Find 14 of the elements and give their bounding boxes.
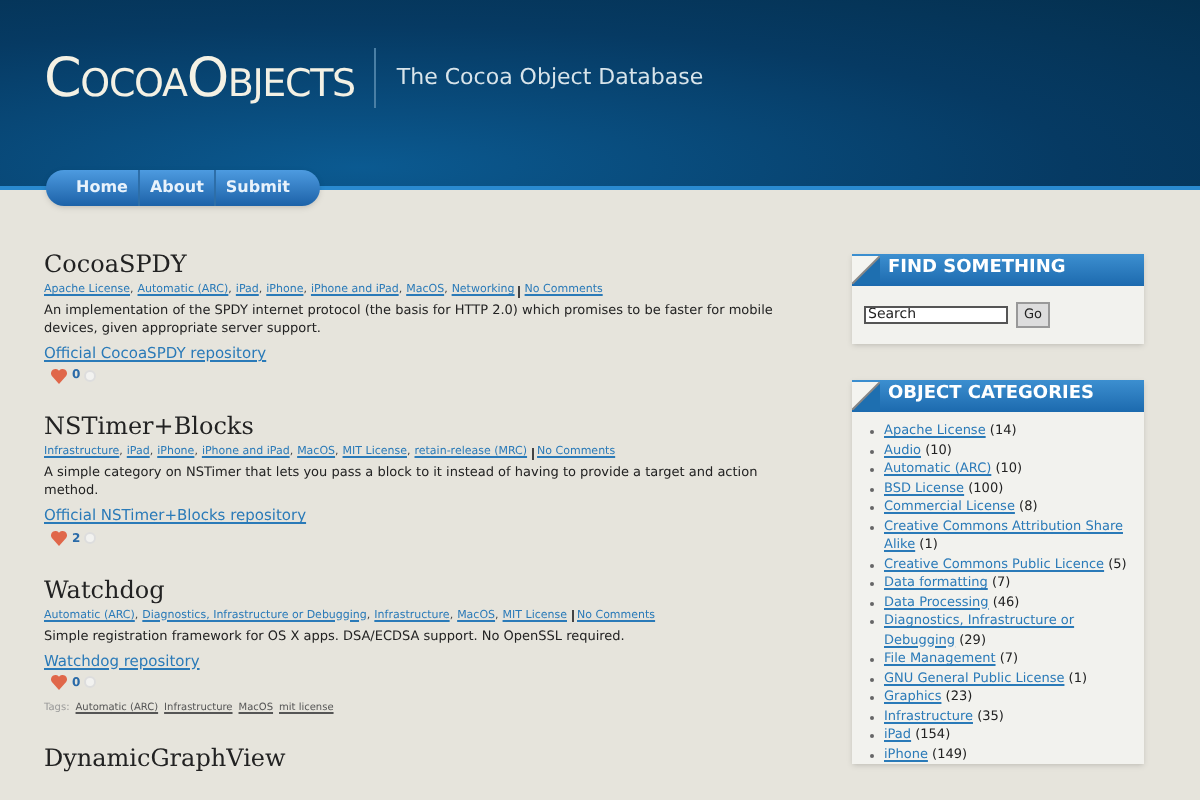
nav-link[interactable]: Home xyxy=(66,170,138,206)
post-title[interactable]: NSTimer+Blocks xyxy=(44,412,254,441)
post-title[interactable]: DynamicGraphView xyxy=(44,744,286,773)
post-title[interactable]: Watchdog xyxy=(44,575,165,603)
site-logo[interactable]: CocoaObjects xyxy=(44,51,355,105)
heart-icon[interactable] xyxy=(50,674,68,691)
post-title[interactable]: CocoaSPDY xyxy=(44,250,187,278)
heart-icon[interactable] xyxy=(50,530,68,546)
nav-link[interactable]: Submit xyxy=(213,170,300,206)
widget-title: OBJECT CATEGORIES xyxy=(888,382,1094,409)
nav-link[interactable]: About xyxy=(137,170,214,206)
site-tagline: The Cocoa Object Database xyxy=(396,61,704,94)
heart-icon[interactable] xyxy=(50,367,68,384)
widget-title: FIND SOMETHING xyxy=(888,256,1066,283)
